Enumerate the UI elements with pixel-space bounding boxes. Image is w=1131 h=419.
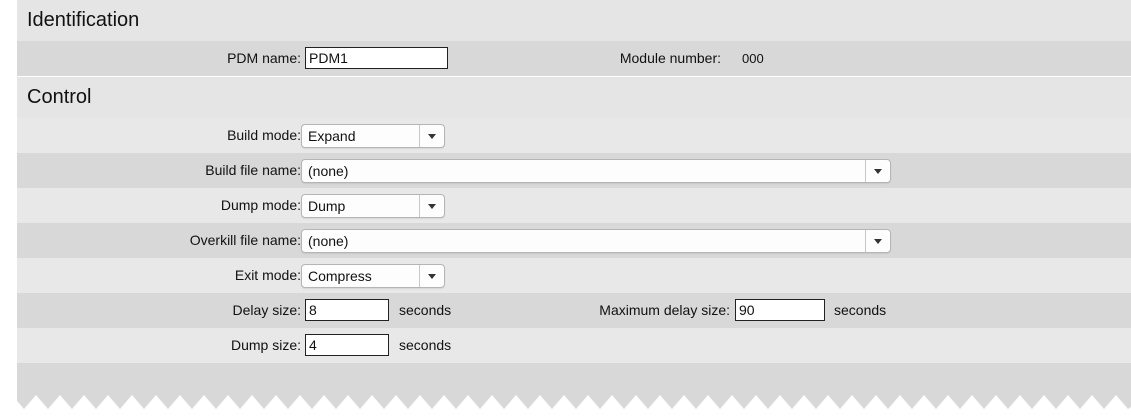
overkill-file-value: (none) — [308, 233, 349, 249]
max-delay-input[interactable]: 90 — [735, 299, 825, 321]
pdm-name-row: PDM name: PDM1 Module number: 000 — [17, 41, 1131, 76]
exit-mode-value: Compress — [308, 268, 372, 284]
overkill-file-select[interactable]: (none) — [301, 229, 891, 253]
dump-size-row: Dump size: 4 seconds — [17, 328, 1131, 363]
dump-size-input[interactable]: 4 — [305, 334, 389, 356]
dump-size-unit: seconds — [399, 337, 452, 353]
dump-mode-row: Dump mode: Dump — [17, 188, 1131, 223]
chevron-down-icon[interactable] — [419, 125, 444, 147]
torn-edge — [0, 395, 1131, 419]
overkill-file-row: Overkill file name: (none) — [17, 223, 1131, 258]
delay-size-unit: seconds — [399, 302, 452, 318]
pdm-name-label: PDM name: — [227, 50, 301, 66]
module-number-value: 000 — [742, 51, 764, 66]
module-number-label: Module number: — [619, 50, 721, 66]
max-delay-unit: seconds — [834, 302, 887, 318]
build-file-select[interactable]: (none) — [301, 159, 891, 183]
max-delay-label: Maximum delay size: — [599, 302, 730, 318]
config-panel: Identification PDM name: PDM1 Module num… — [17, 0, 1131, 419]
build-file-value: (none) — [308, 163, 349, 179]
delay-size-label: Delay size: — [232, 302, 301, 318]
delay-size-input[interactable]: 8 — [305, 299, 389, 321]
build-mode-value: Expand — [308, 128, 356, 144]
build-mode-label: Build mode: — [227, 127, 301, 143]
exit-mode-row: Exit mode: Compress — [17, 258, 1131, 293]
dump-mode-value: Dump — [308, 198, 346, 214]
build-file-label: Build file name: — [205, 162, 301, 178]
exit-mode-label: Exit mode: — [234, 267, 301, 283]
build-mode-select[interactable]: Expand — [301, 124, 445, 148]
build-mode-row: Build mode: Expand — [17, 118, 1131, 153]
overkill-file-label: Overkill file name: — [189, 232, 301, 248]
exit-mode-select[interactable]: Compress — [301, 264, 445, 288]
chevron-down-icon[interactable] — [865, 230, 890, 252]
pdm-name-input[interactable]: PDM1 — [305, 47, 448, 69]
chevron-down-icon[interactable] — [865, 160, 890, 182]
pdm-config-page: Identification PDM name: PDM1 Module num… — [0, 0, 1131, 419]
dump-mode-select[interactable]: Dump — [301, 194, 445, 218]
dump-mode-label: Dump mode: — [220, 197, 301, 213]
chevron-down-icon[interactable] — [419, 195, 444, 217]
dump-size-label: Dump size: — [230, 337, 301, 353]
build-file-row: Build file name: (none) — [17, 153, 1131, 188]
control-header: Control — [17, 77, 1131, 118]
identification-header: Identification — [17, 0, 1131, 41]
delay-size-row: Delay size: 8 seconds Maximum delay size… — [17, 293, 1131, 328]
chevron-down-icon[interactable] — [419, 265, 444, 287]
